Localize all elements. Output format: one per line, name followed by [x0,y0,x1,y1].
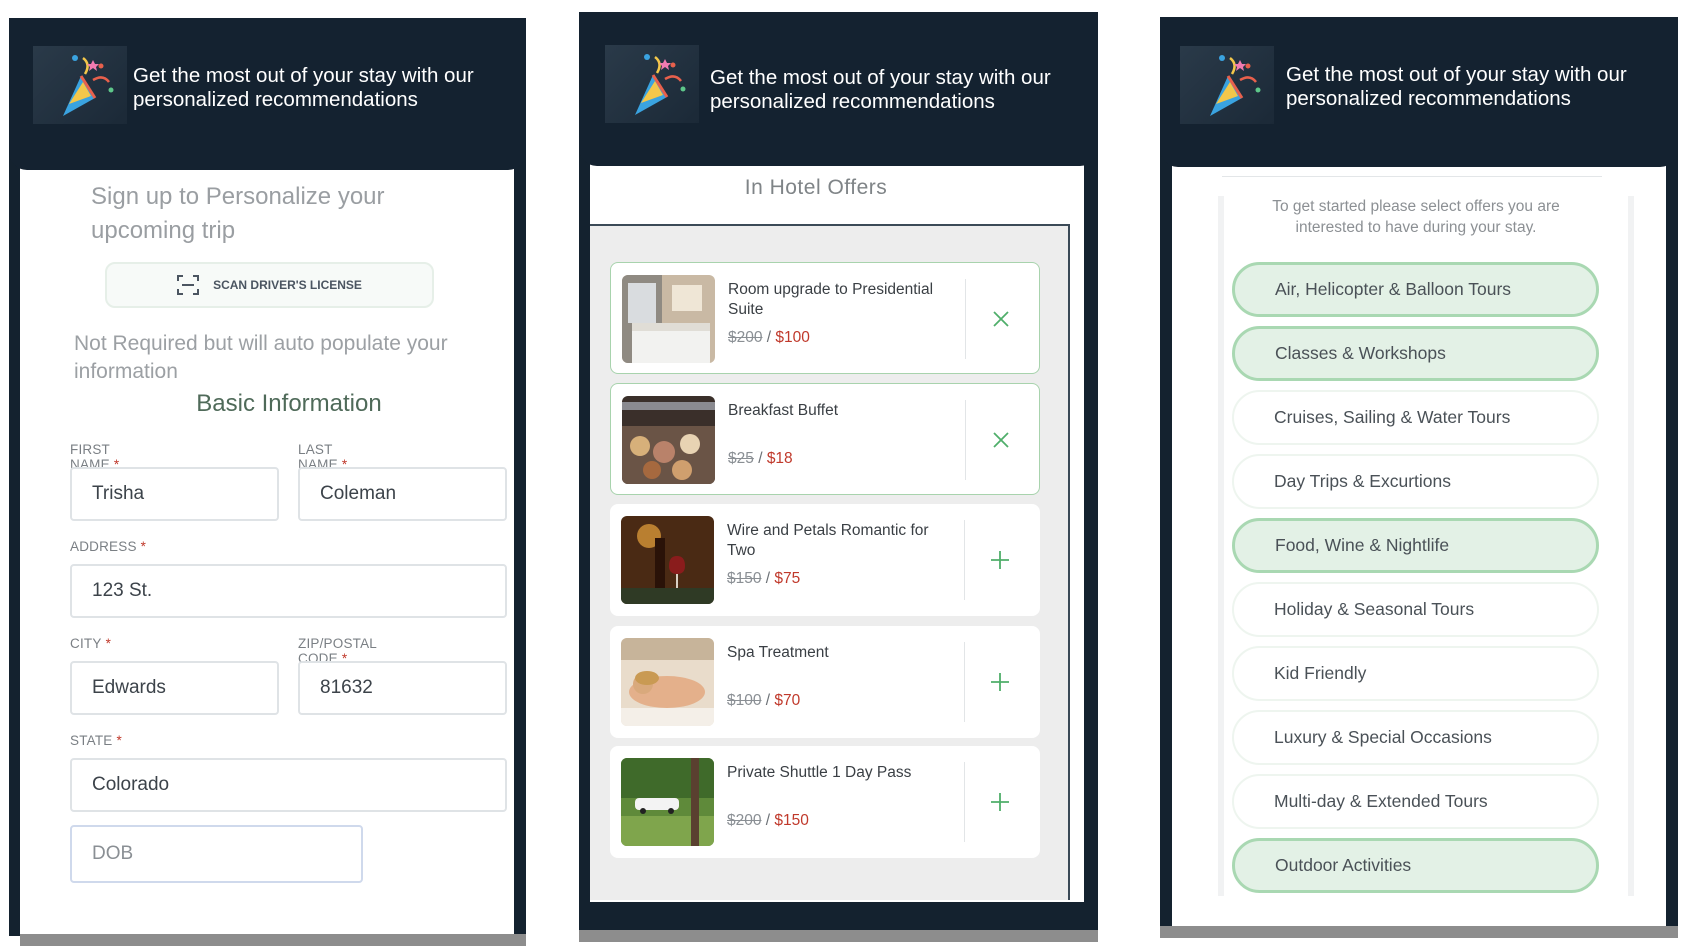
offer-card[interactable]: Spa Treatment $100 / $70 [610,626,1040,738]
shuttle-image [621,758,714,846]
offers-list: Room upgrade to Presidential Suite $200 … [590,224,1070,900]
category-luxury-special[interactable]: Luxury & Special Occasions [1232,710,1599,765]
offer-card[interactable]: Room upgrade to Presidential Suite $200 … [610,262,1040,374]
scan-icon [177,275,200,295]
plus-icon [991,673,1009,691]
scan-license-label: SCAN DRIVER'S LICENSE [213,278,362,292]
dob-input[interactable]: DOB [70,825,363,883]
plus-icon [991,793,1009,811]
remove-offer-button[interactable] [981,420,1021,460]
close-icon [993,311,1009,327]
scroll-track-left [1218,196,1224,896]
offer-card[interactable]: Breakfast Buffet $25 / $18 [610,383,1040,495]
category-cruises-sailing[interactable]: Cruises, Sailing & Water Tours [1232,390,1599,445]
header-text: Get the most out of your stay with our p… [710,66,1051,113]
divider [964,642,965,722]
category-classes-workshops[interactable]: Classes & Workshops [1232,326,1599,381]
first-name-input[interactable]: Trisha [70,467,279,521]
offers-title: In Hotel Offers [744,176,888,199]
party-popper-icon [33,46,127,124]
wine-petals-image [621,516,714,604]
divider [964,762,965,842]
category-day-trips[interactable]: Day Trips & Excurtions [1232,454,1599,509]
plus-icon [991,551,1009,569]
category-outdoor-activities[interactable]: Outdoor Activities [1232,838,1599,893]
suite-room-image [622,275,715,363]
add-offer-button[interactable] [980,540,1020,580]
app-header: Get the most out of your stay with our p… [9,18,526,170]
header-text: Get the most out of your stay with our p… [133,64,474,111]
city-input[interactable]: Edwards [70,661,279,715]
offer-price: $200 / $150 [727,812,809,829]
offer-price: $100 / $70 [727,692,801,709]
breakfast-buffet-image [622,396,715,484]
party-popper-icon [605,45,699,123]
scan-license-button[interactable]: SCAN DRIVER'S LICENSE [105,262,434,308]
last-name-input[interactable]: Coleman [298,467,507,521]
category-multi-day[interactable]: Multi-day & Extended Tours [1232,774,1599,829]
category-air-helicopter-balloon[interactable]: Air, Helicopter & Balloon Tours [1232,262,1599,317]
category-kid-friendly[interactable]: Kid Friendly [1232,646,1599,701]
divider [1222,176,1602,177]
section-title: Basic Information [196,390,382,417]
signup-note: Not Required but will auto populate your… [74,332,448,383]
state-input[interactable]: Colorado [70,758,507,812]
offer-card[interactable]: Private Shuttle 1 Day Pass $200 / $150 [610,746,1040,858]
offer-price: $25 / $18 [728,450,793,467]
signup-title: Sign up to Personalize your upcoming tri… [91,183,385,244]
header-text: Get the most out of your stay with our p… [1286,63,1627,110]
address-input[interactable]: 123 St. [70,564,507,618]
party-popper-icon [1180,46,1274,124]
state-label: STATE * [70,733,122,748]
category-food-wine[interactable]: Food, Wine & Nightlife [1232,518,1599,573]
remove-offer-button[interactable] [981,299,1021,339]
close-icon [993,432,1009,448]
add-offer-button[interactable] [980,782,1020,822]
zip-input[interactable]: 81632 [298,661,507,715]
frame-shadow [1160,926,1678,938]
address-label: ADDRESS * [70,539,147,554]
offer-name: Room upgrade to Presidential Suite [728,281,934,318]
category-holiday-seasonal[interactable]: Holiday & Seasonal Tours [1232,582,1599,637]
divider [965,400,966,480]
offer-price: $200 / $100 [728,329,810,346]
divider [964,520,965,600]
offer-card[interactable]: Wire and Petals Romantic for Two $150 / … [610,504,1040,616]
app-header: Get the most out of your stay with our p… [1160,17,1678,167]
scroll-track-right[interactable] [1628,196,1634,896]
offer-name: Breakfast Buffet [728,402,838,419]
frame-shadow [579,930,1098,942]
app-header: Get the most out of your stay with our p… [579,12,1098,166]
offer-name: Spa Treatment [727,644,829,661]
frame-shadow [20,934,526,946]
offer-price: $150 / $75 [727,570,801,587]
offer-name: Private Shuttle 1 Day Pass [727,764,912,781]
divider [965,279,966,359]
spa-treatment-image [621,638,714,726]
add-offer-button[interactable] [980,662,1020,702]
city-label: CITY * [70,636,112,651]
offer-name: Wire and Petals Romantic for Two [727,522,929,559]
interests-intro: To get started please select offers you … [1272,198,1560,236]
